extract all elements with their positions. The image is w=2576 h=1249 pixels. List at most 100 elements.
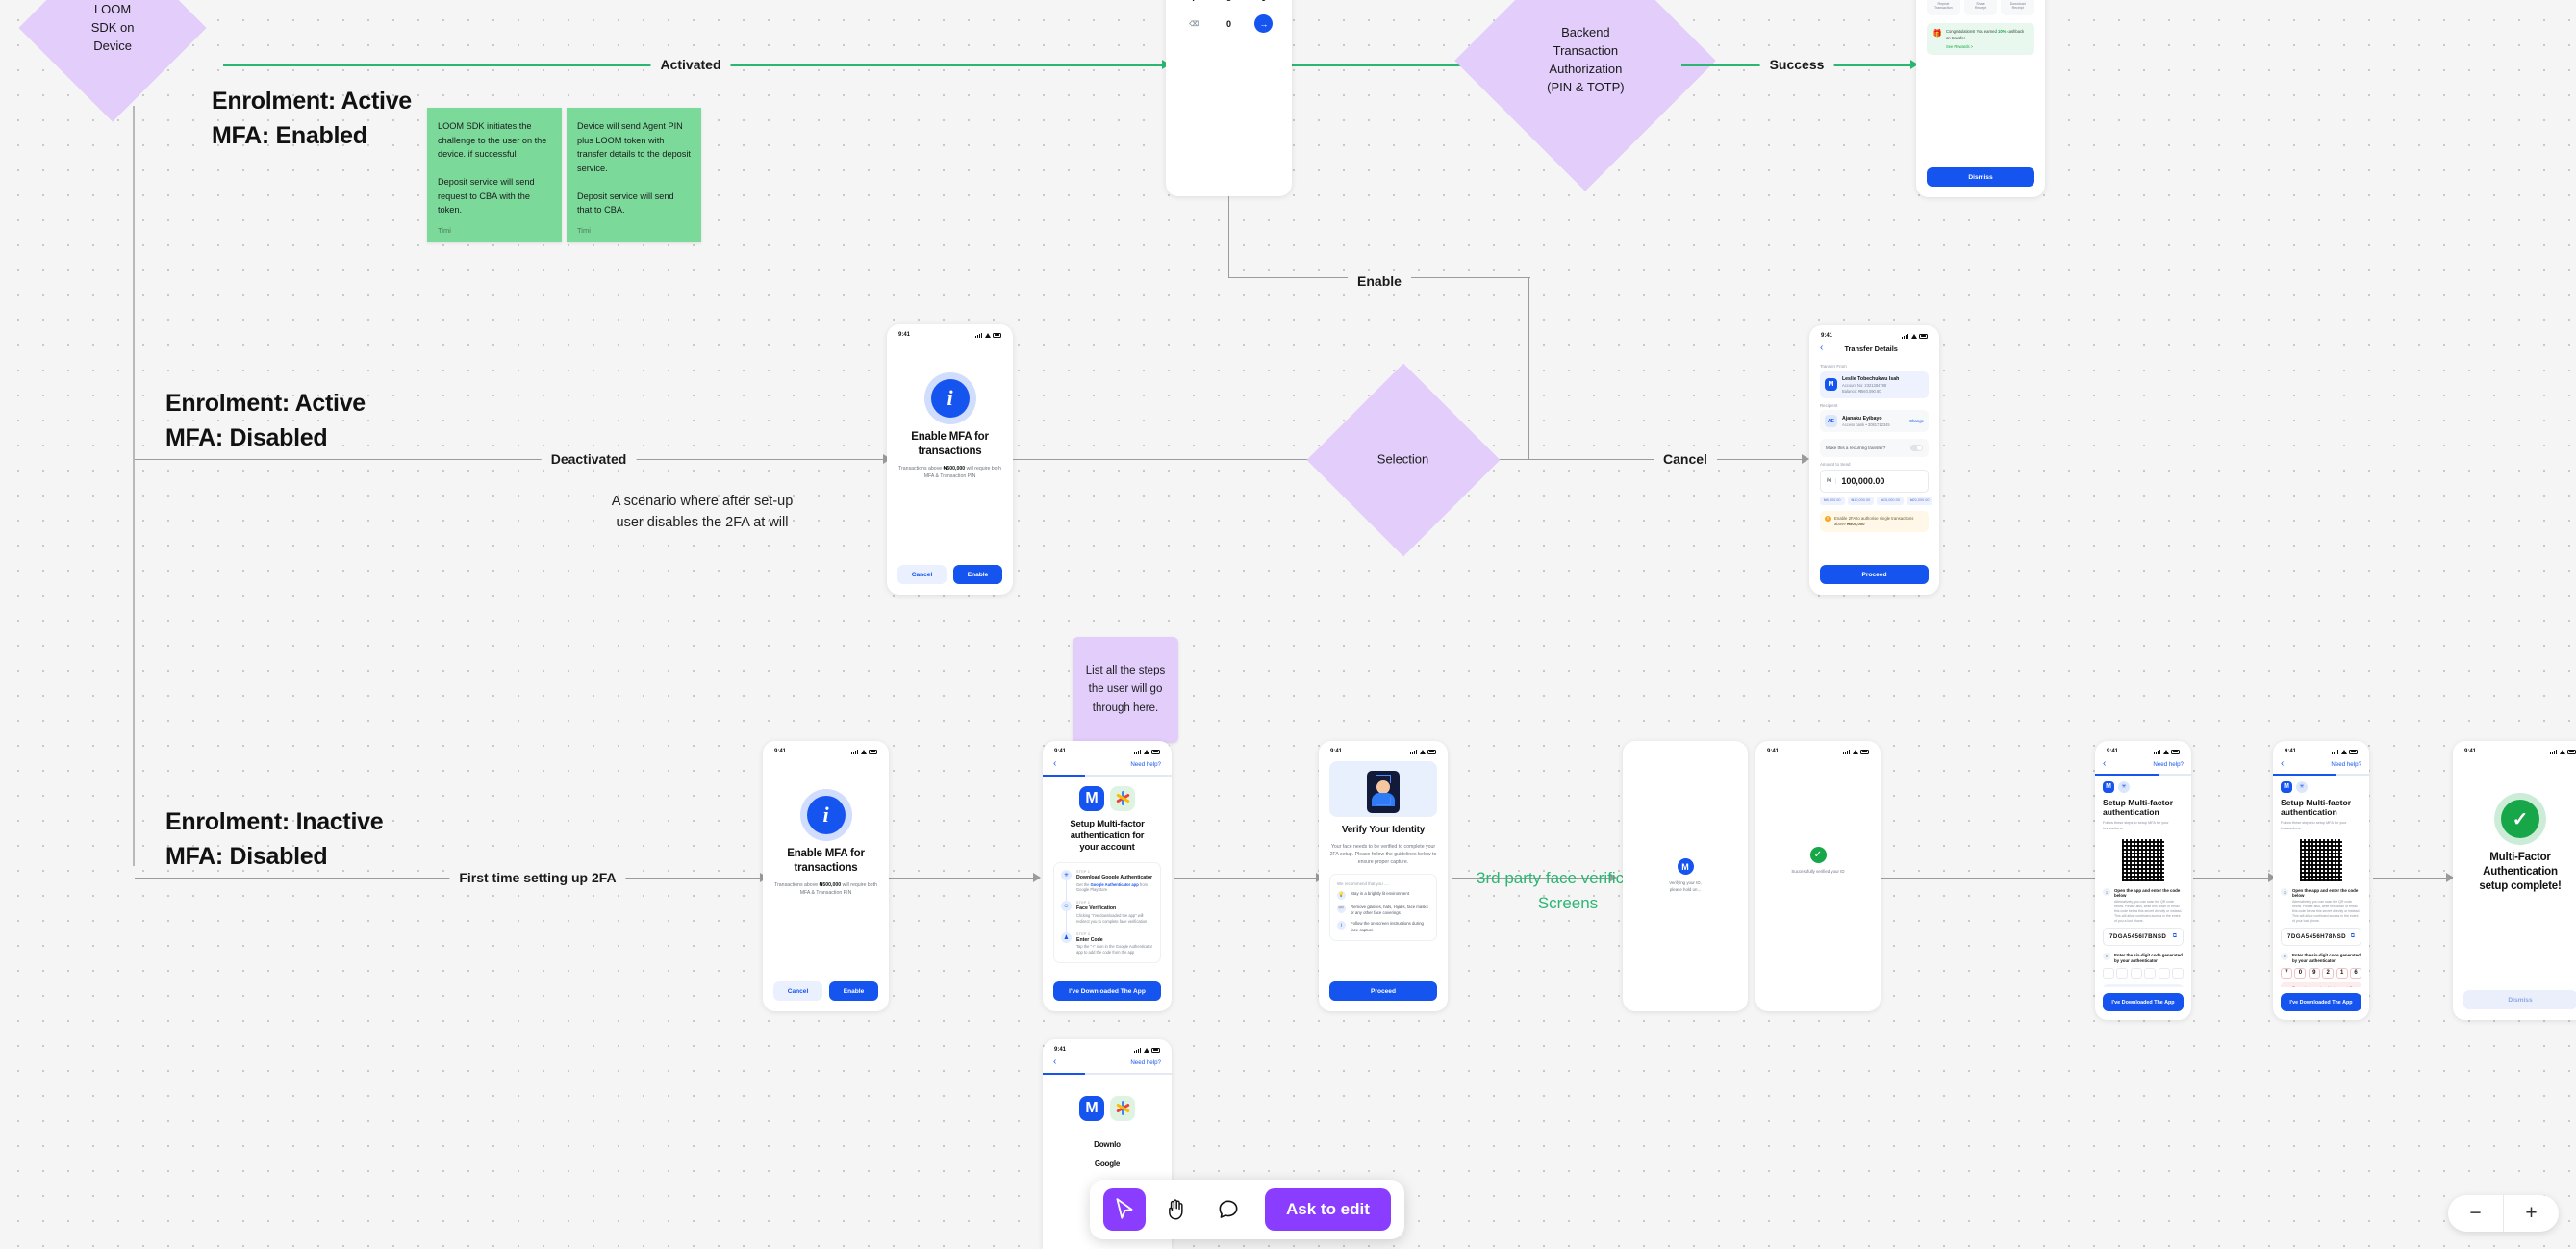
quick-amount-1[interactable]: ₦10,000.00 xyxy=(1847,496,1875,505)
otp-cell-5[interactable] xyxy=(2172,967,2185,979)
screen-qr-setup[interactable]: 9:41 ‹ Need help? M ✳ Setup Multi-factor… xyxy=(2095,741,2191,1020)
otp-cell-4[interactable]: 1 xyxy=(2336,967,2348,979)
sticky-note-loom[interactable]: LOOM SDK initiates the challenge to the … xyxy=(427,108,562,242)
connector-keypad-vertical xyxy=(1228,196,1229,277)
otp-cell-5[interactable]: 6 xyxy=(2350,967,2362,979)
status-bar: 9:41 xyxy=(2273,741,2369,757)
enable-mfa-title: Enable MFA for transactions xyxy=(911,431,989,457)
step-number-1: 1 xyxy=(2103,888,2110,897)
ive-downloaded-button[interactable]: I've Downloaded The App xyxy=(2281,993,2361,1011)
zoom-controls[interactable]: − + xyxy=(2448,1195,2559,1232)
otp-input-group[interactable] xyxy=(2103,967,2185,979)
screen-pin-keypad[interactable]: 7 0 | 1 2 3 4 5 6 7 8 9 ⌫ 0 → xyxy=(1166,0,1292,196)
otp-cell-1[interactable] xyxy=(2116,967,2129,979)
otp-input-group[interactable]: 7 0 9 2 1 6 xyxy=(2281,967,2362,979)
back-icon[interactable]: ‹ xyxy=(2281,759,2284,769)
otp-cell-2[interactable] xyxy=(2130,967,2142,979)
avatar: AE xyxy=(1825,415,1837,427)
action-repeat-transaction[interactable]: ↻ Repeat Transaction xyxy=(1927,0,1960,16)
nav-title: Transfer Details xyxy=(1844,344,1898,353)
quick-amount-2[interactable]: ₦15,000.00 xyxy=(1877,496,1904,505)
proceed-button[interactable]: Proceed xyxy=(1329,981,1437,1001)
change-recipient-link[interactable]: Change xyxy=(1909,419,1924,423)
screen-mfa-complete[interactable]: 9:41 ✓ Multi-Factor Authentication setup… xyxy=(2453,741,2576,1020)
key-submit[interactable]: → xyxy=(1254,14,1274,33)
figjam-canvas[interactable]: LOOM SDK on Device Enrolment: Active MFA… xyxy=(0,0,2576,1249)
need-help-link[interactable]: Need help? xyxy=(1130,1059,1161,1066)
amount-input[interactable]: ₦ 100,000.00 xyxy=(1820,469,1929,493)
figjam-toolbar[interactable]: Ask to edit xyxy=(1090,1180,1404,1239)
wifi-icon xyxy=(1419,749,1426,754)
screen-verify-identity[interactable]: 9:41 Verify Your Identity Your face need… xyxy=(1319,741,1448,1011)
screen-setup-mfa-steps[interactable]: 9:41 ‹ Need help? M Setup Multi-factor a… xyxy=(1043,741,1172,1011)
how-does-it-work-accordion[interactable]: ⓘ How does it work? ⌄ xyxy=(2103,983,2184,987)
proceed-button[interactable]: Proceed xyxy=(1820,565,1929,584)
qr-step1-title: Open the app and enter the code below xyxy=(2114,888,2181,899)
key-0[interactable]: 0 xyxy=(1220,14,1238,33)
screen-transfer-details[interactable]: 9:41 ‹ Transfer Details Transfer From M … xyxy=(1809,325,1939,595)
screen-qr-setup-error[interactable]: 9:41 ‹ Need help? M ✳ Setup Multi-factor… xyxy=(2273,741,2369,1020)
enable-button[interactable]: Enable xyxy=(829,981,878,1001)
screen-enable-mfa-lane3[interactable]: 9:41 i Enable MFA for transactions Trans… xyxy=(763,741,889,1011)
screen-verified-id[interactable]: 9:41 ✓ Successfully verified your ID xyxy=(1755,741,1881,1011)
google-auth-link[interactable]: Google Authenticator app xyxy=(1091,882,1139,887)
quick-amount-0[interactable]: ₦5,000.00 xyxy=(1820,496,1845,505)
sticky-note-device[interactable]: Device will send Agent PIN plus LOOM tok… xyxy=(567,108,701,242)
secret-code-box[interactable]: 7DGA5456H78NSD ⧉ xyxy=(2281,927,2361,946)
otp-cell-3[interactable] xyxy=(2144,967,2157,979)
hand-tool[interactable] xyxy=(1155,1188,1198,1231)
enable-button[interactable]: Enable xyxy=(953,565,1002,584)
cancel-button[interactable]: Cancel xyxy=(773,981,822,1001)
back-icon[interactable]: ‹ xyxy=(2103,759,2106,769)
status-time: 9:41 xyxy=(2285,749,2297,754)
dismiss-button[interactable]: Dismiss xyxy=(2463,990,2576,1009)
otp-cell-0[interactable]: 7 xyxy=(2281,967,2292,979)
otp-cell-0[interactable] xyxy=(2103,967,2114,979)
recurring-transfer-row[interactable]: Make this a recurring transfer? xyxy=(1820,439,1929,457)
need-help-link[interactable]: Need help? xyxy=(1130,761,1161,768)
key-9[interactable]: 9 xyxy=(1254,0,1273,7)
diamond-loom-sdk[interactable]: LOOM SDK on Device xyxy=(18,0,207,122)
diamond-backend-auth[interactable]: Backend Transaction Authorization (PIN &… xyxy=(1454,0,1716,191)
need-help-link[interactable]: Need help? xyxy=(2331,761,2361,768)
back-icon[interactable]: ‹ xyxy=(1053,759,1056,769)
action-download-receipt[interactable]: ⤓ Download Receipt xyxy=(2001,0,2035,16)
cursor-tool[interactable] xyxy=(1103,1188,1146,1231)
otp-cell-1[interactable]: 0 xyxy=(2294,967,2307,979)
see-rewards-link[interactable]: See Rewards > xyxy=(1946,44,2029,49)
need-help-link[interactable]: Need help? xyxy=(2153,761,2184,768)
numeric-keypad[interactable]: 1 2 3 4 5 6 7 8 9 ⌫ 0 → xyxy=(1176,0,1281,33)
transfer-from-card[interactable]: M Leslie Tobechukwu Isah Account No: 232… xyxy=(1820,370,1929,398)
back-icon[interactable]: ‹ xyxy=(1053,1058,1056,1067)
wifi-icon xyxy=(1910,333,1917,339)
ive-downloaded-button[interactable]: I've Downloaded The App xyxy=(2103,993,2184,1011)
recipient-card[interactable]: AE Ajanaku Eyibayo Access bank • 3081712… xyxy=(1820,410,1929,432)
battery-icon xyxy=(2171,749,2180,754)
screen-enable-mfa-lane2[interactable]: 9:41 i Enable MFA for transactions Trans… xyxy=(887,324,1013,595)
screen-verifying-id[interactable]: M Verifying your ID, please hold on... xyxy=(1623,741,1748,1011)
copy-icon[interactable]: ⧉ xyxy=(2173,933,2177,940)
otp-cell-4[interactable] xyxy=(2158,967,2170,979)
signal-icon xyxy=(1409,749,1417,754)
sticky-note-steps[interactable]: List all the steps the user will go thro… xyxy=(1073,637,1178,743)
zoom-out-button[interactable]: − xyxy=(2448,1195,2503,1232)
screen-transfer-success[interactable]: Transfer Successful Congratulations! You… xyxy=(1916,0,2045,197)
battery-icon xyxy=(1151,749,1160,754)
quick-amount-3[interactable]: ₦20,000.00 xyxy=(1906,496,1933,505)
ive-downloaded-button[interactable]: I've Downloaded The App xyxy=(1053,981,1161,1001)
zoom-in-button[interactable]: + xyxy=(2504,1195,2559,1232)
otp-cell-2[interactable]: 9 xyxy=(2308,967,2320,979)
secret-code-box[interactable]: 7DGA5456I7BNSD ⧉ xyxy=(2103,927,2184,946)
action-share-receipt[interactable]: ⤴ Share Receipt xyxy=(1963,0,1998,16)
copy-icon[interactable]: ⧉ xyxy=(2351,933,2355,940)
otp-cell-3[interactable]: 2 xyxy=(2322,967,2335,979)
key-7[interactable]: 7 xyxy=(1185,0,1203,7)
cancel-button[interactable]: Cancel xyxy=(897,565,947,584)
key-backspace[interactable]: ⌫ xyxy=(1185,14,1203,33)
ask-to-edit-button[interactable]: Ask to edit xyxy=(1265,1188,1391,1231)
recurring-toggle[interactable] xyxy=(1910,445,1923,451)
dismiss-button[interactable]: Dismiss xyxy=(1927,167,2034,187)
comment-tool[interactable] xyxy=(1207,1188,1250,1231)
diamond-selection[interactable]: Selection xyxy=(1306,363,1501,557)
key-8[interactable]: 8 xyxy=(1220,0,1238,7)
